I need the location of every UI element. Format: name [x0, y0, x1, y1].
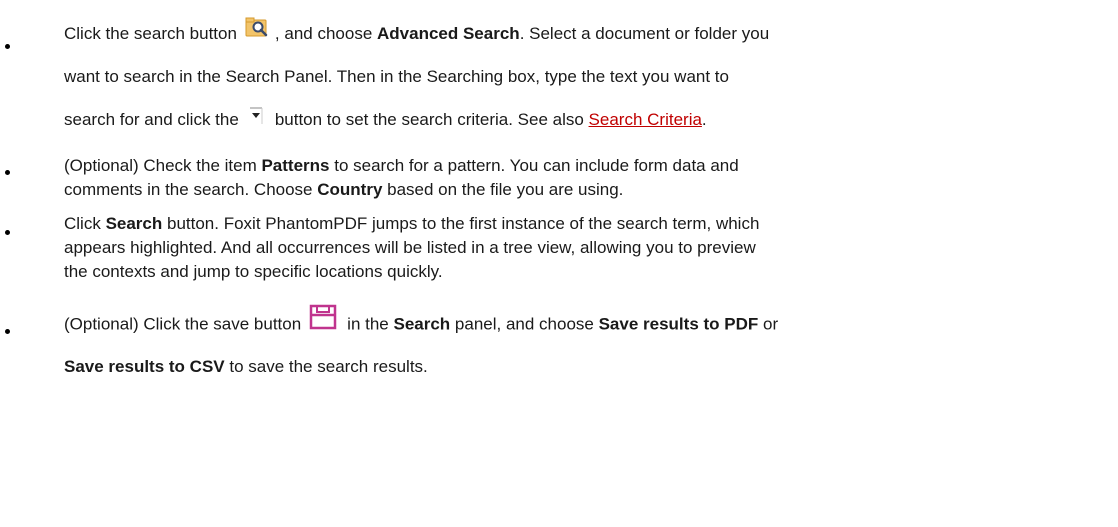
text: based on the file you are using.	[382, 180, 624, 199]
save-icon	[309, 304, 337, 330]
bold-term: Save results to CSV	[64, 357, 225, 376]
bold-term: Country	[317, 180, 383, 199]
bullet-dot	[5, 230, 10, 235]
bold-term: Patterns	[261, 156, 330, 175]
bold-term: Save results to PDF	[598, 314, 759, 334]
text-line: (Optional) Check the item Patterns to se…	[64, 154, 739, 178]
text: comments in the search. Choose	[64, 180, 318, 199]
bullet-dot	[5, 170, 10, 175]
text-line: search for and click the button to set t…	[64, 107, 707, 132]
text-line: appears highlighted. And all occurrences…	[64, 236, 756, 260]
text: (Optional) Click the save button	[64, 314, 302, 334]
text: appears highlighted. And all occurrences…	[64, 238, 756, 257]
bold-term: Search	[393, 314, 451, 334]
bullet-dot	[5, 44, 10, 49]
text-line: Click the search button , and choose Adv…	[64, 17, 770, 47]
text: , and choose	[274, 24, 377, 43]
text-line: Save results to CSV to save the search r…	[64, 355, 428, 379]
text-line: Click Search button. Foxit PhantomPDF ju…	[64, 212, 759, 236]
text: or	[758, 314, 779, 334]
text-line: (Optional) Click the save button in the …	[64, 304, 779, 338]
bold-term: Search	[105, 214, 163, 233]
text: to save the search results.	[224, 357, 428, 376]
text: panel, and choose	[450, 314, 599, 334]
search-folder-icon	[245, 15, 269, 39]
text: Click the search button	[64, 24, 237, 43]
text-line: comments in the search. Choose Country b…	[64, 178, 623, 202]
text: search for and click the	[64, 110, 239, 129]
bullet-dot	[5, 329, 10, 334]
dropdown-arrow-icon	[249, 107, 263, 125]
bold-term: Advanced Search	[377, 24, 520, 43]
text: want to search in the Search Panel. Then…	[64, 67, 729, 86]
text: . Select a document or folder you	[519, 24, 770, 43]
text: in the	[347, 314, 394, 334]
text-line: want to search in the Search Panel. Then…	[64, 65, 729, 89]
text: the contexts and jump to specific locati…	[64, 262, 443, 281]
text: .	[701, 110, 707, 129]
text: to search for a pattern. You can include…	[329, 156, 739, 175]
text-line: the contexts and jump to specific locati…	[64, 260, 443, 284]
text: button to set the search criteria. See a…	[274, 110, 589, 129]
search-criteria-link[interactable]: Search Criteria	[589, 110, 702, 129]
help-document: Click the search button , and choose Adv…	[0, 0, 1118, 527]
text: (Optional) Check the item	[64, 156, 262, 175]
text: Click	[64, 214, 106, 233]
text: button. Foxit PhantomPDF jumps to the fi…	[162, 214, 760, 233]
